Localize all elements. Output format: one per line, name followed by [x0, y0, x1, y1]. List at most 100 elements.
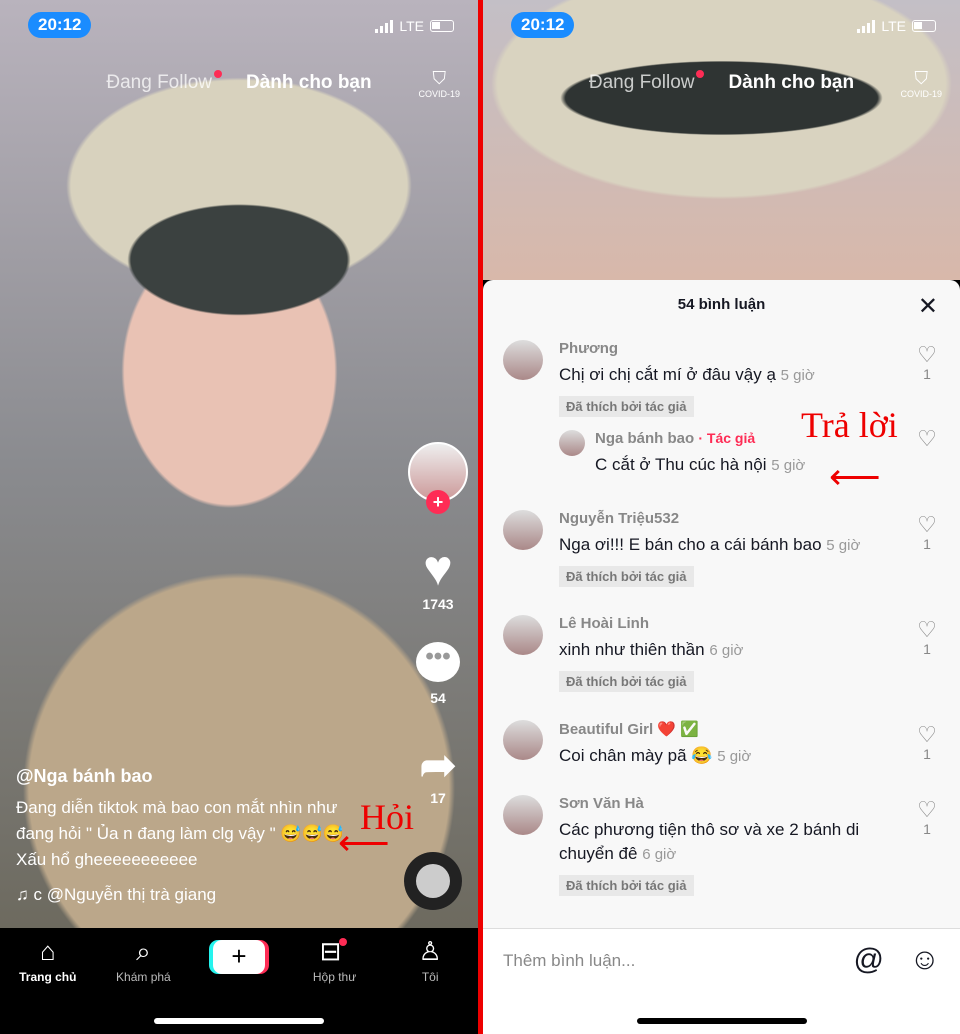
- home-indicator: [636, 1018, 807, 1024]
- home-icon: ⌂: [39, 936, 56, 966]
- comment-text: Nga ơi!!! E bán cho a cái bánh bao: [559, 535, 822, 554]
- inbox-icon: ⊟: [287, 936, 383, 970]
- status-time: 20:12: [511, 12, 575, 38]
- battery-icon: [430, 20, 454, 32]
- heart-outline-icon: ♡: [917, 722, 937, 747]
- commenter-avatar[interactable]: [503, 720, 543, 760]
- shield-icon: ⛉: [432, 68, 446, 88]
- comment-item: Beautiful Girl ❤️ ✅ Coi chân mày pã 😂 5 …: [503, 720, 943, 769]
- commenter-name[interactable]: Sơn Văn Hà: [559, 795, 899, 812]
- comment-button[interactable]: ••• 54: [408, 642, 468, 706]
- comment-text: C cắt ở Thu cúc hà nội: [595, 455, 767, 474]
- share-button[interactable]: ➦ 17: [408, 741, 468, 807]
- follow-plus-icon[interactable]: +: [426, 490, 450, 514]
- emoji-icon[interactable]: ☺: [909, 943, 940, 977]
- network-label: LTE: [399, 18, 424, 34]
- like-button[interactable]: ♥ 1743: [408, 540, 468, 612]
- status-bar: LTE: [857, 18, 936, 34]
- tab-following[interactable]: Đang Follow: [106, 70, 222, 94]
- feed-tabs: Đang Follow Dành cho bạn: [483, 70, 960, 94]
- mention-icon[interactable]: @: [854, 943, 884, 977]
- comment-text: Coi chân mày pã 😂: [559, 746, 713, 765]
- close-icon[interactable]: ✕: [918, 292, 938, 321]
- comment-count: 54: [430, 690, 446, 706]
- comment-time: 6 giờ: [642, 846, 677, 863]
- music-disc[interactable]: [404, 852, 464, 910]
- comment-item: Nguyễn Triệu532 Nga ơi!!! E bán cho a cá…: [503, 510, 943, 587]
- create-icon: +: [212, 940, 265, 974]
- comment-time: 5 giờ: [771, 457, 806, 474]
- annotation-arrow-icon: ⟵: [338, 823, 390, 863]
- video-screen: 20:12 LTE Đang Follow Dành cho bạn ⛉ COVID…: [0, 0, 478, 1034]
- heart-outline-icon: ♡: [917, 342, 937, 367]
- tab-following[interactable]: Đang Follow: [589, 70, 705, 94]
- share-icon: ➦: [419, 741, 457, 790]
- comment-like-count: 1: [923, 366, 931, 382]
- heart-outline-icon: ♡: [917, 797, 937, 822]
- shield-icon: ⛉: [914, 68, 928, 88]
- author-tag: · Tác giả: [698, 430, 756, 446]
- profile-icon: ♙: [418, 936, 442, 966]
- heart-icon: ♥: [423, 540, 453, 596]
- comment-like-button[interactable]: ♡ 1: [915, 617, 939, 658]
- feed-tabs: Đang Follow Dành cho bạn: [0, 70, 478, 94]
- commenter-avatar[interactable]: [503, 615, 543, 655]
- heart-outline-icon: ♡: [917, 617, 937, 642]
- creator-avatar[interactable]: +: [408, 442, 468, 514]
- comment-like-count: 1: [923, 821, 931, 837]
- comment-like-button[interactable]: ♡ 1: [915, 512, 939, 553]
- liked-by-author-badge: Đã thích bởi tác giả: [559, 671, 694, 692]
- share-count: 17: [430, 790, 446, 806]
- covid-button[interactable]: ⛉ COVID-19: [900, 68, 942, 99]
- like-count: 1743: [422, 596, 454, 612]
- commenter-avatar[interactable]: [503, 795, 543, 835]
- comment-item: Lê Hoài Linh xinh như thiên thần 6 giờ Đ…: [503, 615, 943, 692]
- comments-sheet: 54 bình luận ✕ Phương Chị ơi chị cắt mí …: [483, 280, 960, 1034]
- comment-like-count: 1: [923, 746, 931, 762]
- nav-profile[interactable]: ♙ Tôi: [382, 936, 478, 1034]
- music-note-icon: ♫: [16, 885, 34, 904]
- commenter-avatar[interactable]: [503, 510, 543, 550]
- covid-button[interactable]: ⛉ COVID-19: [418, 68, 460, 99]
- comment-time: 5 giờ: [717, 748, 752, 765]
- annotation-arrow-icon: ⟵: [829, 457, 881, 497]
- comment-like-button[interactable]: ♡ 1: [915, 342, 939, 383]
- battery-icon: [912, 20, 936, 32]
- comment-text: Các phương tiện thô sơ và xe 2 bánh di c…: [559, 820, 860, 863]
- commenter-name[interactable]: Phương: [559, 340, 899, 357]
- comment-like-button[interactable]: ♡ 1: [915, 797, 939, 838]
- comment-like-count: 1: [923, 536, 931, 552]
- nav-home[interactable]: ⌂ Trang chủ: [0, 936, 96, 1034]
- liked-by-author-badge: Đã thích bởi tác giả: [559, 875, 694, 896]
- comment-time: 5 giờ: [826, 537, 861, 554]
- comment-text: xinh như thiên thần: [559, 640, 705, 659]
- tab-for-you[interactable]: Dành cho bạn: [246, 72, 372, 94]
- comment-icon: •••: [416, 642, 460, 682]
- comment-time: 6 giờ: [709, 642, 744, 659]
- video-username[interactable]: @Nga bánh bao: [16, 766, 366, 787]
- search-icon: ⌕: [136, 936, 151, 966]
- tab-for-you[interactable]: Dành cho bạn: [728, 72, 854, 94]
- comment-like-button[interactable]: ♡: [915, 428, 939, 450]
- status-bar: LTE: [375, 18, 454, 34]
- comment-like-button[interactable]: ♡ 1: [915, 722, 939, 763]
- commenter-avatar[interactable]: [559, 430, 585, 456]
- heart-outline-icon: ♡: [917, 426, 937, 451]
- annotation-reply: Trả lời: [801, 405, 898, 445]
- video-description: Đang diễn tiktok mà bao con mắt nhìn như…: [16, 798, 344, 869]
- liked-by-author-badge: Đã thích bởi tác giả: [559, 396, 694, 417]
- commenter-name[interactable]: Lê Hoài Linh: [559, 615, 899, 632]
- comments-title: 54 bình luận: [677, 296, 766, 313]
- commenter-name[interactable]: Beautiful Girl ❤️ ✅: [559, 720, 899, 738]
- commenter-avatar[interactable]: [503, 340, 543, 380]
- commenter-name[interactable]: Nguyễn Triệu532: [559, 510, 899, 527]
- comments-screen: 20:12 LTE Đang Follow Dành cho bạn ⛉ COVID…: [483, 0, 960, 1034]
- signal-icon: [375, 19, 394, 33]
- comment-input[interactable]: Thêm bình luận...: [503, 951, 635, 971]
- comment-like-count: 1: [923, 641, 931, 657]
- video-frame: [483, 0, 960, 280]
- heart-outline-icon: ♡: [917, 512, 937, 537]
- status-time: 20:12: [28, 12, 92, 38]
- comment-time: 5 giờ: [780, 367, 815, 384]
- music-info[interactable]: ♫ c @Nguyễn thị trà giang: [16, 885, 366, 905]
